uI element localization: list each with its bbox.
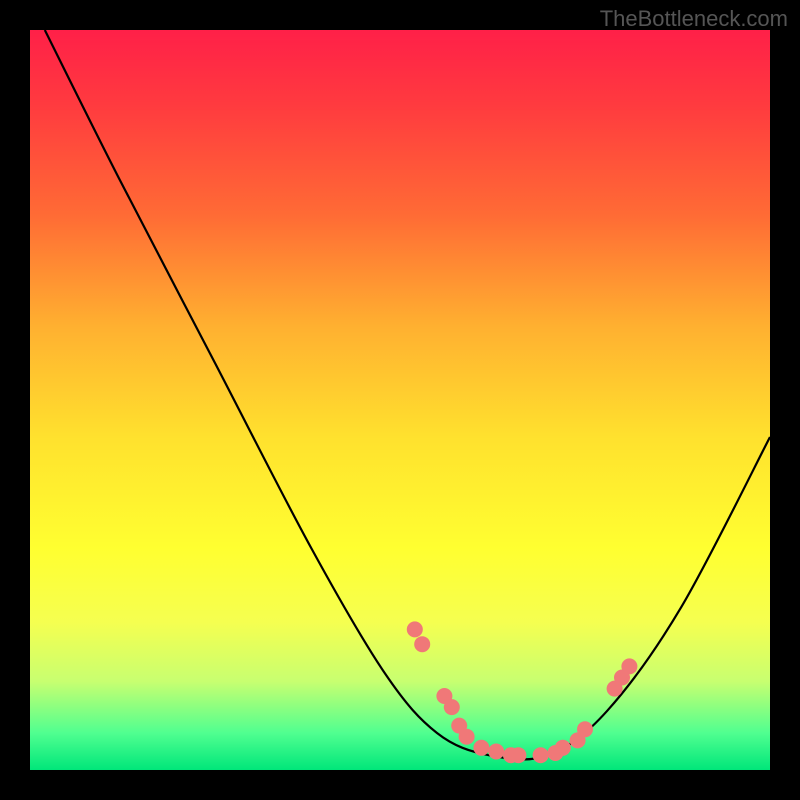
data-marker [488,744,504,760]
data-markers [407,621,638,763]
watermark-text: TheBottleneck.com [600,6,788,32]
data-marker [621,658,637,674]
data-marker [533,747,549,763]
chart-svg [30,30,770,770]
data-marker [555,740,571,756]
data-marker [473,740,489,756]
bottleneck-curve [45,30,770,759]
data-marker [414,636,430,652]
plot-area [30,30,770,770]
data-marker [444,699,460,715]
data-marker [459,729,475,745]
data-marker [510,747,526,763]
data-marker [407,621,423,637]
data-marker [577,721,593,737]
